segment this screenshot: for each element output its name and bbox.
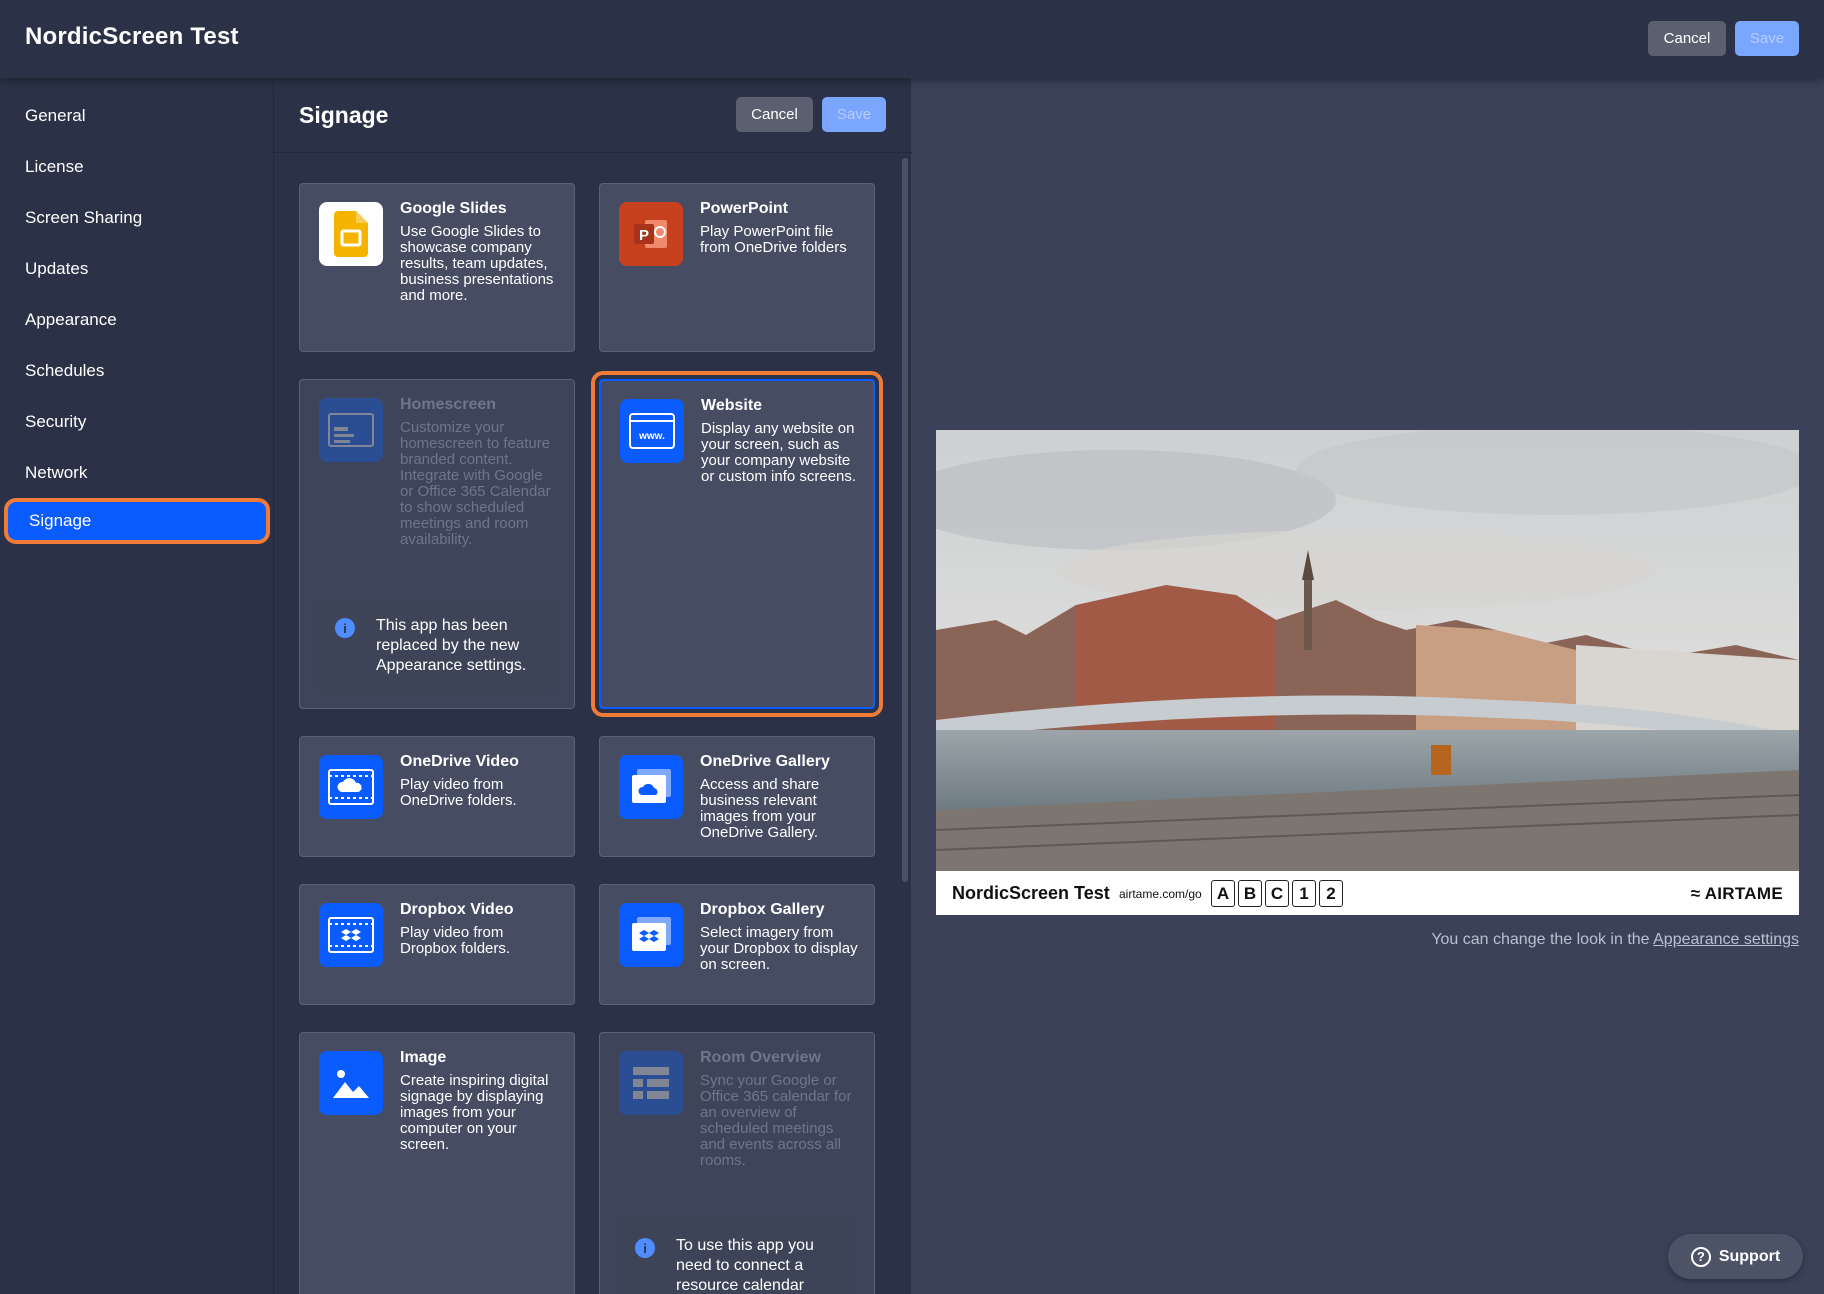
app-card-description: Use Google Slides to showcase company re… [400,223,554,304]
panel-title: Signage [299,102,389,128]
panel-scrollbar[interactable] [902,158,908,882]
airtame-logo: ≈ AIRTAME [1690,884,1783,903]
sidebar-item-schedules[interactable]: Schedules [0,349,273,393]
app-card-title: Image [400,1049,447,1066]
homescreen-icon [319,398,383,462]
help-icon: ? [1690,1246,1711,1267]
app-card-dropbox-gallery[interactable]: Dropbox Gallery Select imagery from your… [599,884,875,1005]
sidebar-item-signage[interactable]: Signage [4,498,270,544]
app-card-description: Create inspiring digital signage by disp… [400,1072,549,1153]
panel-save-button[interactable]: Save [822,97,886,132]
signage-panel-header: Signage Cancel Save [274,78,912,153]
signage-panel: Signage Cancel Save Google Slides Use Go… [273,78,912,1294]
notice-text: This app has been replaced by the new Ap… [376,617,527,674]
settings-sidebar: General License Screen Sharing Updates A… [0,78,273,1294]
app-card-title: OneDrive Gallery [700,753,830,770]
app-card-description: Play video from Dropbox folders. [400,924,511,957]
appearance-hint: You can change the look in the Appearanc… [1431,931,1799,949]
connect-code-char: C [1265,880,1289,907]
dropbox-gallery-icon [619,903,683,967]
image-icon [319,1051,383,1115]
appearance-settings-link[interactable]: Appearance settings [1653,931,1799,948]
app-card-website[interactable]: www. Website Display any website on your… [591,371,883,717]
hint-text: You can change the look in the [1431,931,1650,948]
app-card-onedrive-video[interactable]: OneDrive Video Play video from OneDrive … [299,736,575,857]
connect-code-char: 2 [1319,880,1343,907]
app-card-homescreen: Homescreen Customize your homescreen to … [299,379,575,709]
app-card-description: Customize your homescreen to feature bra… [400,419,551,548]
header-cancel-button[interactable]: Cancel [1648,21,1726,56]
sidebar-item-updates[interactable]: Updates [0,247,273,291]
preview-info-bar: NordicScreen Test airtame.com/go A B C 1… [936,871,1799,915]
info-icon: i [635,1238,655,1258]
svg-text:P: P [639,227,649,244]
app-card-powerpoint[interactable]: P PowerPoint Play PowerPoint file from O… [599,183,875,352]
app-card-title: Dropbox Gallery [700,901,825,918]
app-card-title: PowerPoint [700,200,789,217]
app-card-google-slides[interactable]: Google Slides Use Google Slides to showc… [299,183,575,352]
svg-text:www.: www. [638,431,665,442]
onedrive-video-icon [319,755,383,819]
support-label: Support [1718,1247,1781,1265]
app-card-dropbox-video[interactable]: Dropbox Video Play video from Dropbox fo… [299,884,575,1005]
top-bar: NordicScreen Test Cancel Save [0,0,1824,78]
header-save-button[interactable]: Save [1735,21,1799,56]
app-card-description: Sync your Google or Office 365 calendar … [700,1072,852,1169]
panel-cancel-button[interactable]: Cancel [736,97,813,132]
notice-text: To use this app you need to connect a re… [676,1237,814,1294]
sidebar-item-security[interactable]: Security [0,400,273,444]
powerpoint-icon: P [619,202,683,266]
app-card-title: OneDrive Video [400,753,519,770]
app-card-description: Select imagery from your Dropbox to disp… [700,924,858,973]
info-icon: i [335,618,355,638]
google-slides-icon [319,202,383,266]
sidebar-item-screen-sharing[interactable]: Screen Sharing [0,196,273,240]
sidebar-item-license[interactable]: License [0,145,273,189]
calendar-required-notice: i To use this app you need to connect a … [617,1218,857,1294]
onedrive-gallery-icon [619,755,683,819]
app-title: NordicScreen Test [25,23,239,50]
support-button[interactable]: ? Support [1668,1234,1803,1279]
app-card-image[interactable]: Image Create inspiring digital signage b… [299,1032,575,1294]
app-card-description: Play PowerPoint file from OneDrive folde… [700,223,847,256]
sidebar-item-general[interactable]: General [0,94,273,138]
app-card-room-overview: Room Overview Sync your Google or Office… [599,1032,875,1294]
preview-url: airtame.com/go [1119,887,1202,901]
app-card-onedrive-gallery[interactable]: OneDrive Gallery Access and share busine… [599,736,875,857]
connect-code-char: 1 [1292,880,1316,907]
sidebar-item-appearance[interactable]: Appearance [0,298,273,342]
app-card-title: Homescreen [400,396,497,413]
app-card-title: Website [701,397,763,414]
connect-code-char: A [1211,880,1235,907]
room-overview-icon [619,1051,683,1115]
replaced-notice: i This app has been replaced by the new … [317,598,557,694]
dropbox-video-icon [319,903,383,967]
preview-device-name: NordicScreen Test [952,883,1110,903]
screen-preview: NordicScreen Test airtame.com/go A B C 1… [936,430,1799,915]
website-icon: www. [620,399,684,463]
app-card-title: Room Overview [700,1049,821,1066]
app-card-description: Access and share business relevant image… [700,776,820,841]
app-card-description: Display any website on your screen, such… [701,420,857,485]
app-card-title: Dropbox Video [400,901,514,918]
connect-code-char: B [1238,880,1262,907]
app-card-description: Play video from OneDrive folders. [400,776,517,809]
preview-background-photo [936,430,1799,871]
sidebar-item-network[interactable]: Network [0,451,273,495]
app-card-title: Google Slides [400,200,507,217]
